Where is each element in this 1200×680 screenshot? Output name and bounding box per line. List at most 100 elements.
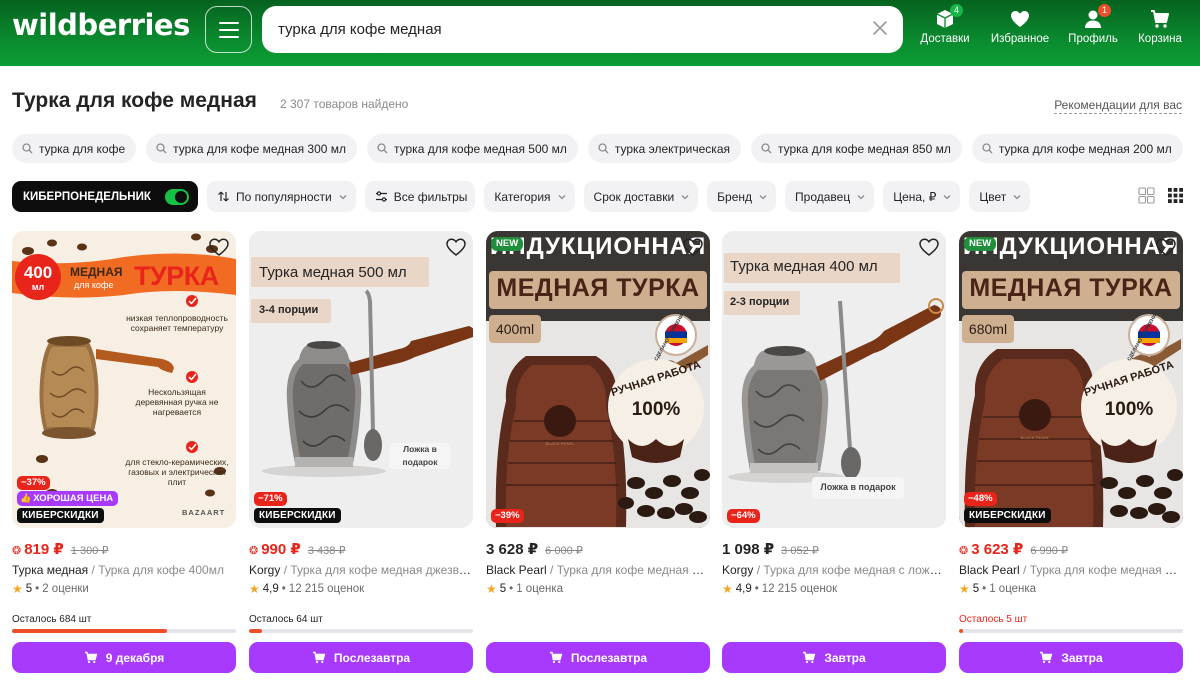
product-image[interactable]: Турка медная 500 мл 3-4 порции Ложка в п…: [249, 231, 473, 528]
rating-block: ★ 4,9 • 12 215 оценок: [722, 582, 837, 596]
favorite-heart-icon[interactable]: [918, 237, 940, 257]
bullet-separator: •: [509, 583, 514, 595]
image-line2: МЕДНАЯ ТУРКА: [969, 274, 1173, 302]
suggestion-label: турка для кофе медная 300 мл: [173, 141, 347, 156]
cyber-sale-badge: КИБЕРСКИДКИ: [964, 508, 1051, 523]
reviews-count[interactable]: 1 оценка: [516, 583, 563, 595]
product-title[interactable]: Black Pearl / Турка для кофе медная 400 …: [486, 563, 710, 577]
reviews-count[interactable]: 2 оценки: [42, 583, 89, 595]
seller-filter[interactable]: Продавец: [785, 181, 875, 212]
image-volume: 680ml: [968, 321, 1008, 337]
add-to-cart-button[interactable]: Послезавтра: [249, 642, 473, 673]
sort-dropdown[interactable]: По популярности: [207, 181, 356, 212]
bullet-separator: •: [281, 583, 286, 595]
product-image[interactable]: ИНДУКЦИОННАЯ МЕДНАЯ ТУРКА 400ml СДЕЛАНО …: [486, 231, 710, 528]
clear-search-icon[interactable]: [871, 19, 889, 37]
brand-filter[interactable]: Бренд: [707, 181, 777, 212]
product-name: / Турка для кофе медная 680 мл: [1023, 563, 1183, 577]
grid-small-icon[interactable]: [1167, 187, 1184, 204]
product-card[interactable]: Турка медная 500 мл 3-4 порции Ложка в п…: [249, 231, 473, 676]
grid-large-icon[interactable]: [1138, 187, 1155, 204]
price-value: 819 ₽: [24, 541, 64, 558]
product-card[interactable]: Турка медная 400 мл 2-3 порции Ложка в п…: [722, 231, 946, 676]
add-to-cart-button[interactable]: 9 декабря: [12, 642, 236, 673]
stock-bar-fill: [959, 629, 964, 633]
stock-label: Осталось 5 шт: [959, 614, 1028, 625]
filter-label: Цвет: [979, 189, 1007, 204]
suggestion-chip[interactable]: турка для кофе медная 850 мл: [751, 134, 962, 163]
current-price: ❂ 990 ₽: [249, 540, 301, 558]
turka-word: ТУРКА: [134, 261, 219, 291]
product-title[interactable]: Турка медная / Турка для кофе 400мл: [12, 563, 236, 577]
sort-icon: [218, 191, 229, 202]
color-filter[interactable]: Цвет: [969, 181, 1031, 212]
nav-label: Избранное: [990, 33, 1050, 45]
favorite-heart-icon[interactable]: [1155, 237, 1177, 257]
suggestion-label: турка электрическая: [614, 141, 730, 156]
rating-value: 5: [972, 583, 980, 595]
add-to-cart-button[interactable]: Завтра: [959, 642, 1183, 673]
product-title[interactable]: Black Pearl / Турка для кофе медная 680 …: [959, 563, 1183, 577]
price-value: 990 ₽: [261, 541, 301, 558]
cart-icon: [1151, 10, 1169, 28]
stock-label: Осталось 684 шт: [12, 614, 92, 625]
wildberries-logo[interactable]: wildberries: [12, 8, 190, 42]
product-card[interactable]: ИНДУКЦИОННАЯ МЕДНАЯ ТУРКА 400ml СДЕЛАНО …: [486, 231, 710, 676]
rating-block: ★ 5 • 1 оценка: [486, 582, 563, 596]
search-input-value[interactable]: турка для кофе медная: [278, 21, 442, 38]
suggestion-chip[interactable]: турка электрическая: [587, 134, 741, 163]
thumbs-up-icon: 👍: [20, 493, 32, 503]
header: wildberries турка для кофе медная 4 Дост…: [0, 0, 1200, 66]
current-price: ❂ 3 623 ₽: [959, 540, 1023, 558]
favorite-heart-icon[interactable]: [208, 237, 230, 257]
percent-label: 100%: [1104, 399, 1154, 420]
add-to-cart-button[interactable]: Послезавтра: [486, 642, 710, 673]
product-title[interactable]: Korgy / Турка для кофе медная джезва с л…: [249, 563, 473, 577]
old-price: 6 000 ₽: [545, 545, 583, 557]
image-heading: Турка медная 500 мл: [259, 264, 407, 281]
favorite-heart-icon[interactable]: [682, 237, 704, 257]
menu-button[interactable]: [205, 6, 252, 53]
suggestion-chip[interactable]: турка для кофе медная 200 мл: [971, 134, 1183, 163]
recommendations-link[interactable]: Рекомендации для вас: [1054, 98, 1182, 114]
filters-icon: [375, 191, 387, 202]
suggestion-label: турка для кофе: [39, 141, 126, 156]
cyber-monday-toggle[interactable]: КИБЕРПОНЕДЕЛЬНИК: [12, 181, 198, 212]
nav-profile[interactable]: 1 Профиль: [1058, 4, 1128, 45]
old-price: 3 438 ₽: [307, 545, 346, 557]
product-card[interactable]: 400 мл МЕДНАЯ для кофе ТУРКА низкая тепл…: [12, 231, 236, 676]
suggestion-chip[interactable]: турка для кофе медная 500 мл: [367, 134, 578, 163]
chevron-down-icon: [943, 194, 951, 199]
reviews-count[interactable]: 12 215 оценок: [762, 583, 837, 595]
toggle-switch[interactable]: [164, 188, 189, 205]
all-filters-button[interactable]: Все фильтры: [364, 181, 476, 212]
category-filter[interactable]: Категория: [484, 181, 575, 212]
price-filter[interactable]: Цена, ₽: [883, 181, 961, 212]
rating-value: 5: [25, 583, 33, 595]
reviews-count[interactable]: 12 215 оценок: [289, 583, 364, 595]
product-title[interactable]: Korgy / Турка для кофе медная с ложкой: [722, 563, 946, 577]
product-image[interactable]: ИНДУКЦИОННАЯ МЕДНАЯ ТУРКА 680ml СДЕЛАНО …: [959, 231, 1183, 528]
nav-favorites[interactable]: Избранное: [985, 8, 1055, 45]
product-card[interactable]: ИНДУКЦИОННАЯ МЕДНАЯ ТУРКА 680ml СДЕЛАНО …: [959, 231, 1183, 676]
delivery-filter[interactable]: Срок доставки: [583, 181, 699, 212]
add-to-cart-button[interactable]: Завтра: [722, 642, 946, 673]
product-image[interactable]: Турка медная 400 мл 2-3 порции Ложка в п…: [722, 231, 946, 528]
suggestion-chip[interactable]: турка для кофе медная 300 мл: [146, 134, 358, 163]
price-block: 1 098 ₽ 3 052 ₽: [722, 540, 819, 558]
product-name: / Турка для кофе медная джезва с ложкой: [283, 563, 473, 577]
suggestion-chip[interactable]: турка для кофе: [12, 134, 137, 163]
delivery-date: Завтра: [824, 650, 866, 665]
reviews-count[interactable]: 1 оценка: [989, 583, 1036, 595]
product-brand: Korgy: [722, 563, 754, 577]
nav-deliveries[interactable]: 4 Доставки: [910, 4, 980, 45]
favorite-heart-icon[interactable]: [445, 237, 467, 257]
discount-badge: −37%: [17, 476, 50, 490]
deliveries-badge: 4: [950, 4, 963, 17]
image-line2: МЕДНАЯ ТУРКА: [496, 274, 700, 302]
filter-label: Цена, ₽: [893, 189, 937, 204]
star-icon: ★: [249, 582, 260, 596]
search-input[interactable]: турка для кофе медная: [262, 6, 903, 53]
nav-cart[interactable]: Корзина: [1125, 8, 1195, 45]
product-image[interactable]: 400 мл МЕДНАЯ для кофе ТУРКА низкая тепл…: [12, 231, 236, 528]
